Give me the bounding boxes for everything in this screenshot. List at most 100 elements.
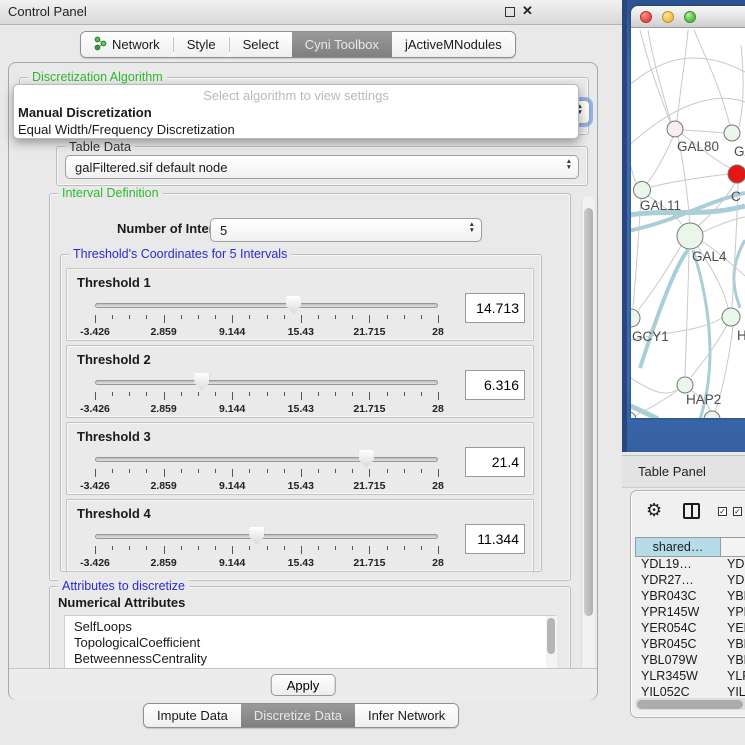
network-edge[interactable] <box>631 58 745 92</box>
dropdown-option-manual[interactable]: Manual Discretization <box>14 105 578 122</box>
threshold-label: Threshold 3 <box>77 429 151 444</box>
tab-select[interactable]: Select <box>230 32 292 57</box>
network-node[interactable] <box>667 121 683 137</box>
tick-label: 9.144 <box>219 326 245 338</box>
checkbox-icon[interactable]: ✓ <box>733 507 742 516</box>
threshold-3-panel: Threshold 3-3.4262.8599.14415.4321.71528 <box>66 422 534 495</box>
network-node[interactable] <box>724 125 740 141</box>
table-row[interactable]: YBR043CYBR0 <box>635 589 745 605</box>
threshold-1-panel: Threshold 1-3.4262.8599.14415.4321.71528 <box>66 268 534 341</box>
table-row[interactable]: YPR145WYPR1 <box>635 605 745 621</box>
minimize-traffic-icon[interactable] <box>662 11 674 23</box>
slider-thumb[interactable] <box>286 296 301 314</box>
threshold-1-slider[interactable]: -3.4262.8599.14415.4321.71528 <box>95 297 438 339</box>
slider-track[interactable] <box>95 380 438 385</box>
network-node[interactable] <box>631 412 636 418</box>
slider-thumb[interactable] <box>249 527 264 545</box>
slider-thumb[interactable] <box>194 373 209 391</box>
scrollbar-thumb[interactable] <box>637 700 743 709</box>
network-edge[interactable] <box>677 30 688 121</box>
slider-track[interactable] <box>95 303 438 308</box>
network-edge[interactable] <box>640 30 670 122</box>
apply-strip: Apply <box>9 668 597 700</box>
table-row[interactable]: YDR27…YDR2 <box>635 573 745 589</box>
threshold-2-slider[interactable]: -3.4262.8599.14415.4321.71528 <box>95 374 438 416</box>
threshold-4-slider[interactable]: -3.4262.8599.14415.4321.71528 <box>95 528 438 570</box>
column-header-name[interactable]: na <box>721 538 745 556</box>
table-horizontal-scrollbar[interactable] <box>635 698 745 710</box>
close-icon[interactable]: ✕ <box>522 3 533 19</box>
number-of-intervals-combobox[interactable]: 5 ▲▼ <box>210 218 482 242</box>
network-node[interactable] <box>634 182 651 199</box>
list-item[interactable]: TopologicalCoefficient <box>74 635 555 651</box>
node-label: H <box>737 328 745 343</box>
tick-label: 15.43 <box>288 326 314 338</box>
tab-impute-data[interactable]: Impute Data <box>144 704 241 727</box>
table-row[interactable]: YBL079WYBL0 <box>635 653 745 669</box>
table-row[interactable]: YDL19…YDL1 <box>635 557 745 573</box>
network-edge[interactable] <box>685 249 689 376</box>
network-edge[interactable] <box>651 174 728 187</box>
tick-label: 9.144 <box>219 480 245 492</box>
table-data-value: galFiltered.sif default node <box>75 160 227 175</box>
network-node[interactable] <box>677 377 693 393</box>
network-graph: GAL80GACGAL11GAL4GCY1HHAP2 <box>631 28 745 418</box>
threshold-value-field[interactable] <box>465 293 525 323</box>
network-edge[interactable] <box>635 390 678 416</box>
threshold-4-panel: Threshold 4-3.4262.8599.14415.4321.71528 <box>66 499 534 572</box>
tab-jactivemnodules[interactable]: jActiveMNodules <box>392 32 515 57</box>
threshold-value-field[interactable] <box>465 524 525 554</box>
network-node[interactable] <box>722 308 740 326</box>
attributes-scrollbar[interactable] <box>546 616 557 676</box>
split-columns-icon[interactable] <box>683 503 700 519</box>
tick-label: 15.43 <box>288 480 314 492</box>
network-node[interactable] <box>728 165 745 183</box>
dropdown-option-equal-width[interactable]: Equal Width/Frequency Discretization <box>14 122 578 139</box>
tick-label: 2.859 <box>150 403 176 415</box>
float-window-icon[interactable] <box>505 7 515 17</box>
tab-cyni-toolbox[interactable]: Cyni Toolbox <box>292 32 392 57</box>
network-node[interactable] <box>677 223 703 249</box>
table-row[interactable]: YLR345WYLR3 <box>635 669 745 685</box>
tab-network[interactable]: Network <box>81 32 173 57</box>
close-traffic-icon[interactable] <box>640 11 652 23</box>
slider-track[interactable] <box>95 457 438 462</box>
apply-button[interactable]: Apply <box>271 674 336 696</box>
cyni-toolbox-panel: Discretization Algorithm ▲▼ Select algor… <box>8 62 598 700</box>
network-node[interactable] <box>704 411 720 418</box>
network-edge[interactable] <box>648 30 671 122</box>
network-edge[interactable] <box>640 250 688 368</box>
panel-vertical-scrollbar[interactable] <box>581 196 595 696</box>
checkbox-icon[interactable]: ✓ <box>718 507 727 516</box>
zoom-traffic-icon[interactable] <box>684 11 696 23</box>
tab-style[interactable]: Style <box>174 32 229 57</box>
slider-track[interactable] <box>95 534 438 539</box>
threshold-3-slider[interactable]: -3.4262.8599.14415.4321.71528 <box>95 451 438 493</box>
node-table: shared… na YDL19…YDL1YDR27…YDR2YBR043CYB… <box>635 537 745 701</box>
network-edge[interactable] <box>647 137 673 183</box>
network-titlebar[interactable] <box>631 6 745 28</box>
tick-label: 2.859 <box>150 557 176 569</box>
scrollbar-thumb[interactable] <box>584 208 593 616</box>
network-node[interactable] <box>631 309 640 327</box>
network-edge[interactable] <box>631 118 636 184</box>
slider-ticks <box>95 392 438 401</box>
gear-icon[interactable]: ⚙ <box>646 501 662 519</box>
network-edge[interactable] <box>683 130 724 133</box>
threshold-value-field[interactable] <box>465 370 525 400</box>
network-edge[interactable] <box>739 45 743 127</box>
network-edge[interactable] <box>631 372 676 393</box>
tab-discretize-data[interactable]: Discretize Data <box>241 704 355 727</box>
threshold-value-field[interactable] <box>465 447 525 477</box>
network-edge[interactable] <box>703 217 745 232</box>
network-canvas[interactable]: GAL80GACGAL11GAL4GCY1HHAP2 <box>631 28 745 418</box>
table-row[interactable]: YBR045CYBR0 <box>635 637 745 653</box>
list-item[interactable]: BetweennessCentrality <box>74 651 555 667</box>
list-item[interactable]: SelfLoops <box>74 619 555 635</box>
table-row[interactable]: YER054CYER0 <box>635 621 745 637</box>
slider-thumb[interactable] <box>359 450 374 468</box>
tab-infer-network[interactable]: Infer Network <box>355 704 458 727</box>
table-data-combobox[interactable]: galFiltered.sif default node ▲▼ <box>65 155 579 179</box>
column-header-shared[interactable]: shared… <box>635 538 721 556</box>
network-edge[interactable] <box>694 30 730 126</box>
